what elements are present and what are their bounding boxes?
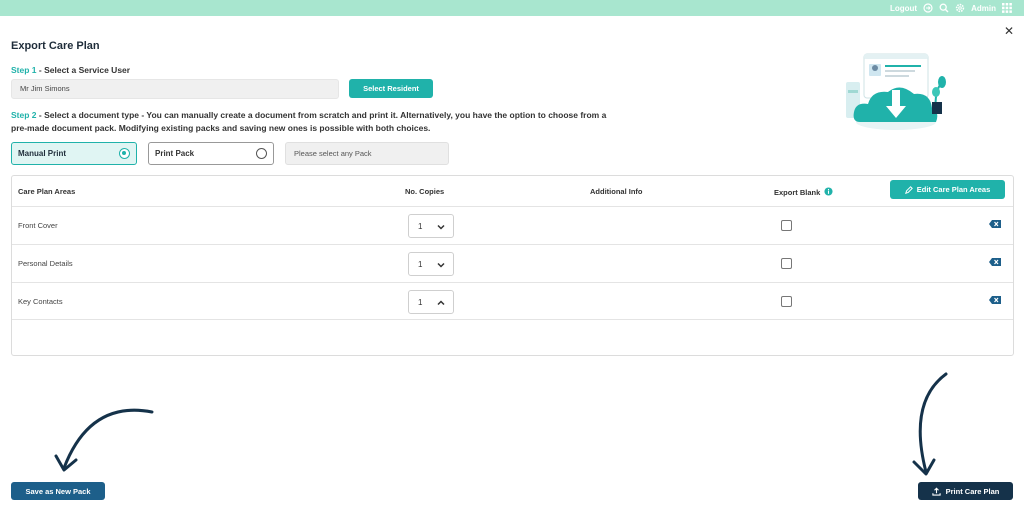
close-icon[interactable]: ✕ <box>1003 25 1015 37</box>
upload-icon <box>931 486 941 496</box>
step2-description: Step 2 - Select a document type - You ca… <box>11 109 611 135</box>
header-export-blank: Export Blank <box>774 187 833 197</box>
copies-select[interactable]: 1 <box>408 290 454 314</box>
export-blank-checkbox[interactable] <box>781 220 792 231</box>
pencil-icon <box>904 185 913 194</box>
logout-icon[interactable] <box>923 3 933 13</box>
select-resident-button[interactable]: Select Resident <box>349 79 433 98</box>
service-user-input[interactable]: Mr Jim Simons <box>11 79 339 99</box>
export-blank-checkbox[interactable] <box>781 296 792 307</box>
table-row: Key Contacts 1 <box>12 282 1013 320</box>
admin-label[interactable]: Admin <box>971 4 996 13</box>
table-row: Personal Details 1 <box>12 244 1013 282</box>
delete-icon[interactable] <box>988 257 1002 267</box>
pack-select[interactable]: Please select any Pack <box>285 142 449 165</box>
radio-selected-icon[interactable] <box>119 148 130 159</box>
step1-label: Step 1 - Select a Service User <box>11 65 130 75</box>
page-title: Export Care Plan <box>11 40 100 52</box>
print-care-plan-button[interactable]: Print Care Plan <box>918 482 1013 500</box>
step1-number: Step 1 <box>11 65 37 75</box>
step2-text: - Select a document type - You can manua… <box>11 110 607 133</box>
logout-link[interactable]: Logout <box>890 4 917 13</box>
print-pack-option[interactable]: Print Pack <box>148 142 274 165</box>
copies-value: 1 <box>418 298 423 307</box>
edit-care-plan-areas-button[interactable]: Edit Care Plan Areas <box>890 180 1005 199</box>
arrow-annotation-right <box>912 372 948 476</box>
apps-grid-icon[interactable] <box>1002 3 1012 13</box>
print-pack-label: Print Pack <box>155 149 195 158</box>
step2-number: Step 2 <box>11 110 37 120</box>
gear-icon[interactable] <box>955 3 965 13</box>
chevron-down-icon[interactable] <box>436 260 446 270</box>
copies-value: 1 <box>418 222 423 231</box>
row-area-name: Key Contacts <box>18 297 63 306</box>
row-area-name: Front Cover <box>18 221 58 230</box>
copies-select[interactable]: 1 <box>408 252 454 276</box>
save-as-new-pack-button[interactable]: Save as New Pack <box>11 482 105 500</box>
export-blank-checkbox[interactable] <box>781 258 792 269</box>
chevron-up-icon[interactable] <box>436 298 446 308</box>
search-icon[interactable] <box>939 3 949 13</box>
header-no-copies: No. Copies <box>405 187 445 196</box>
delete-icon[interactable] <box>988 295 1002 305</box>
header-export-blank-label: Export Blank <box>774 188 821 197</box>
print-care-plan-label: Print Care Plan <box>945 486 1000 496</box>
row-area-name: Personal Details <box>18 259 73 268</box>
radio-unselected-icon[interactable] <box>256 148 267 159</box>
table-row: Front Cover 1 <box>12 206 1013 244</box>
step1-text: - Select a Service User <box>38 65 131 75</box>
copies-value: 1 <box>418 260 423 269</box>
top-bar: Logout Admin <box>0 0 1024 16</box>
edit-care-plan-areas-label: Edit Care Plan Areas <box>916 185 991 194</box>
copies-select[interactable]: 1 <box>408 214 454 238</box>
arrow-annotation-left <box>54 408 154 472</box>
info-icon[interactable] <box>824 187 833 196</box>
care-plan-table: Care Plan Areas No. Copies Additional In… <box>11 175 1014 356</box>
chevron-down-icon[interactable] <box>436 222 446 232</box>
cloud-download-illustration <box>846 53 946 130</box>
manual-print-label: Manual Print <box>18 149 67 158</box>
header-care-plan-areas: Care Plan Areas <box>18 187 76 196</box>
delete-icon[interactable] <box>988 219 1002 229</box>
header-additional-info: Additional Info <box>590 187 643 196</box>
manual-print-option[interactable]: Manual Print <box>11 142 137 165</box>
